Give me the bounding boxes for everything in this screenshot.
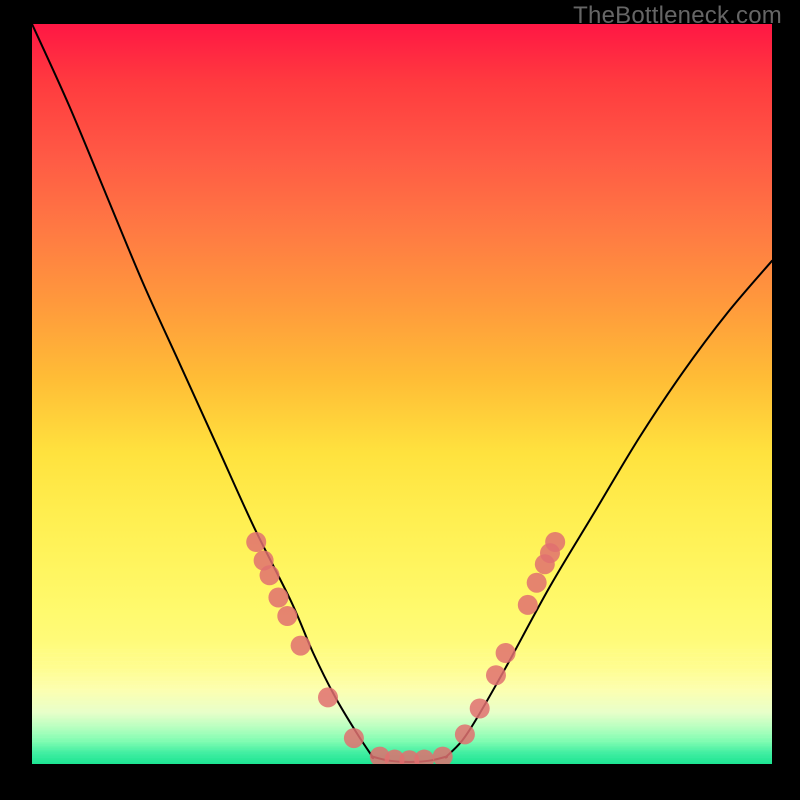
marker-point bbox=[545, 532, 565, 552]
chart-stage: TheBottleneck.com bbox=[0, 0, 800, 800]
plot-area bbox=[32, 24, 772, 764]
marker-point bbox=[246, 532, 266, 552]
marker-point bbox=[455, 724, 475, 744]
v-curve-path bbox=[32, 24, 772, 762]
marker-point bbox=[486, 665, 506, 685]
marker-point bbox=[527, 573, 547, 593]
marker-point bbox=[344, 728, 364, 748]
curve-canvas bbox=[32, 24, 772, 764]
bottleneck-curve bbox=[32, 24, 772, 762]
marker-point bbox=[470, 699, 490, 719]
marker-point bbox=[496, 643, 516, 663]
marker-point bbox=[318, 687, 338, 707]
marker-point bbox=[277, 606, 297, 626]
marker-point bbox=[260, 565, 280, 585]
marker-point bbox=[268, 588, 288, 608]
marker-point bbox=[414, 750, 434, 764]
marker-point bbox=[433, 747, 453, 764]
marker-point bbox=[518, 595, 538, 615]
marker-point bbox=[291, 636, 311, 656]
